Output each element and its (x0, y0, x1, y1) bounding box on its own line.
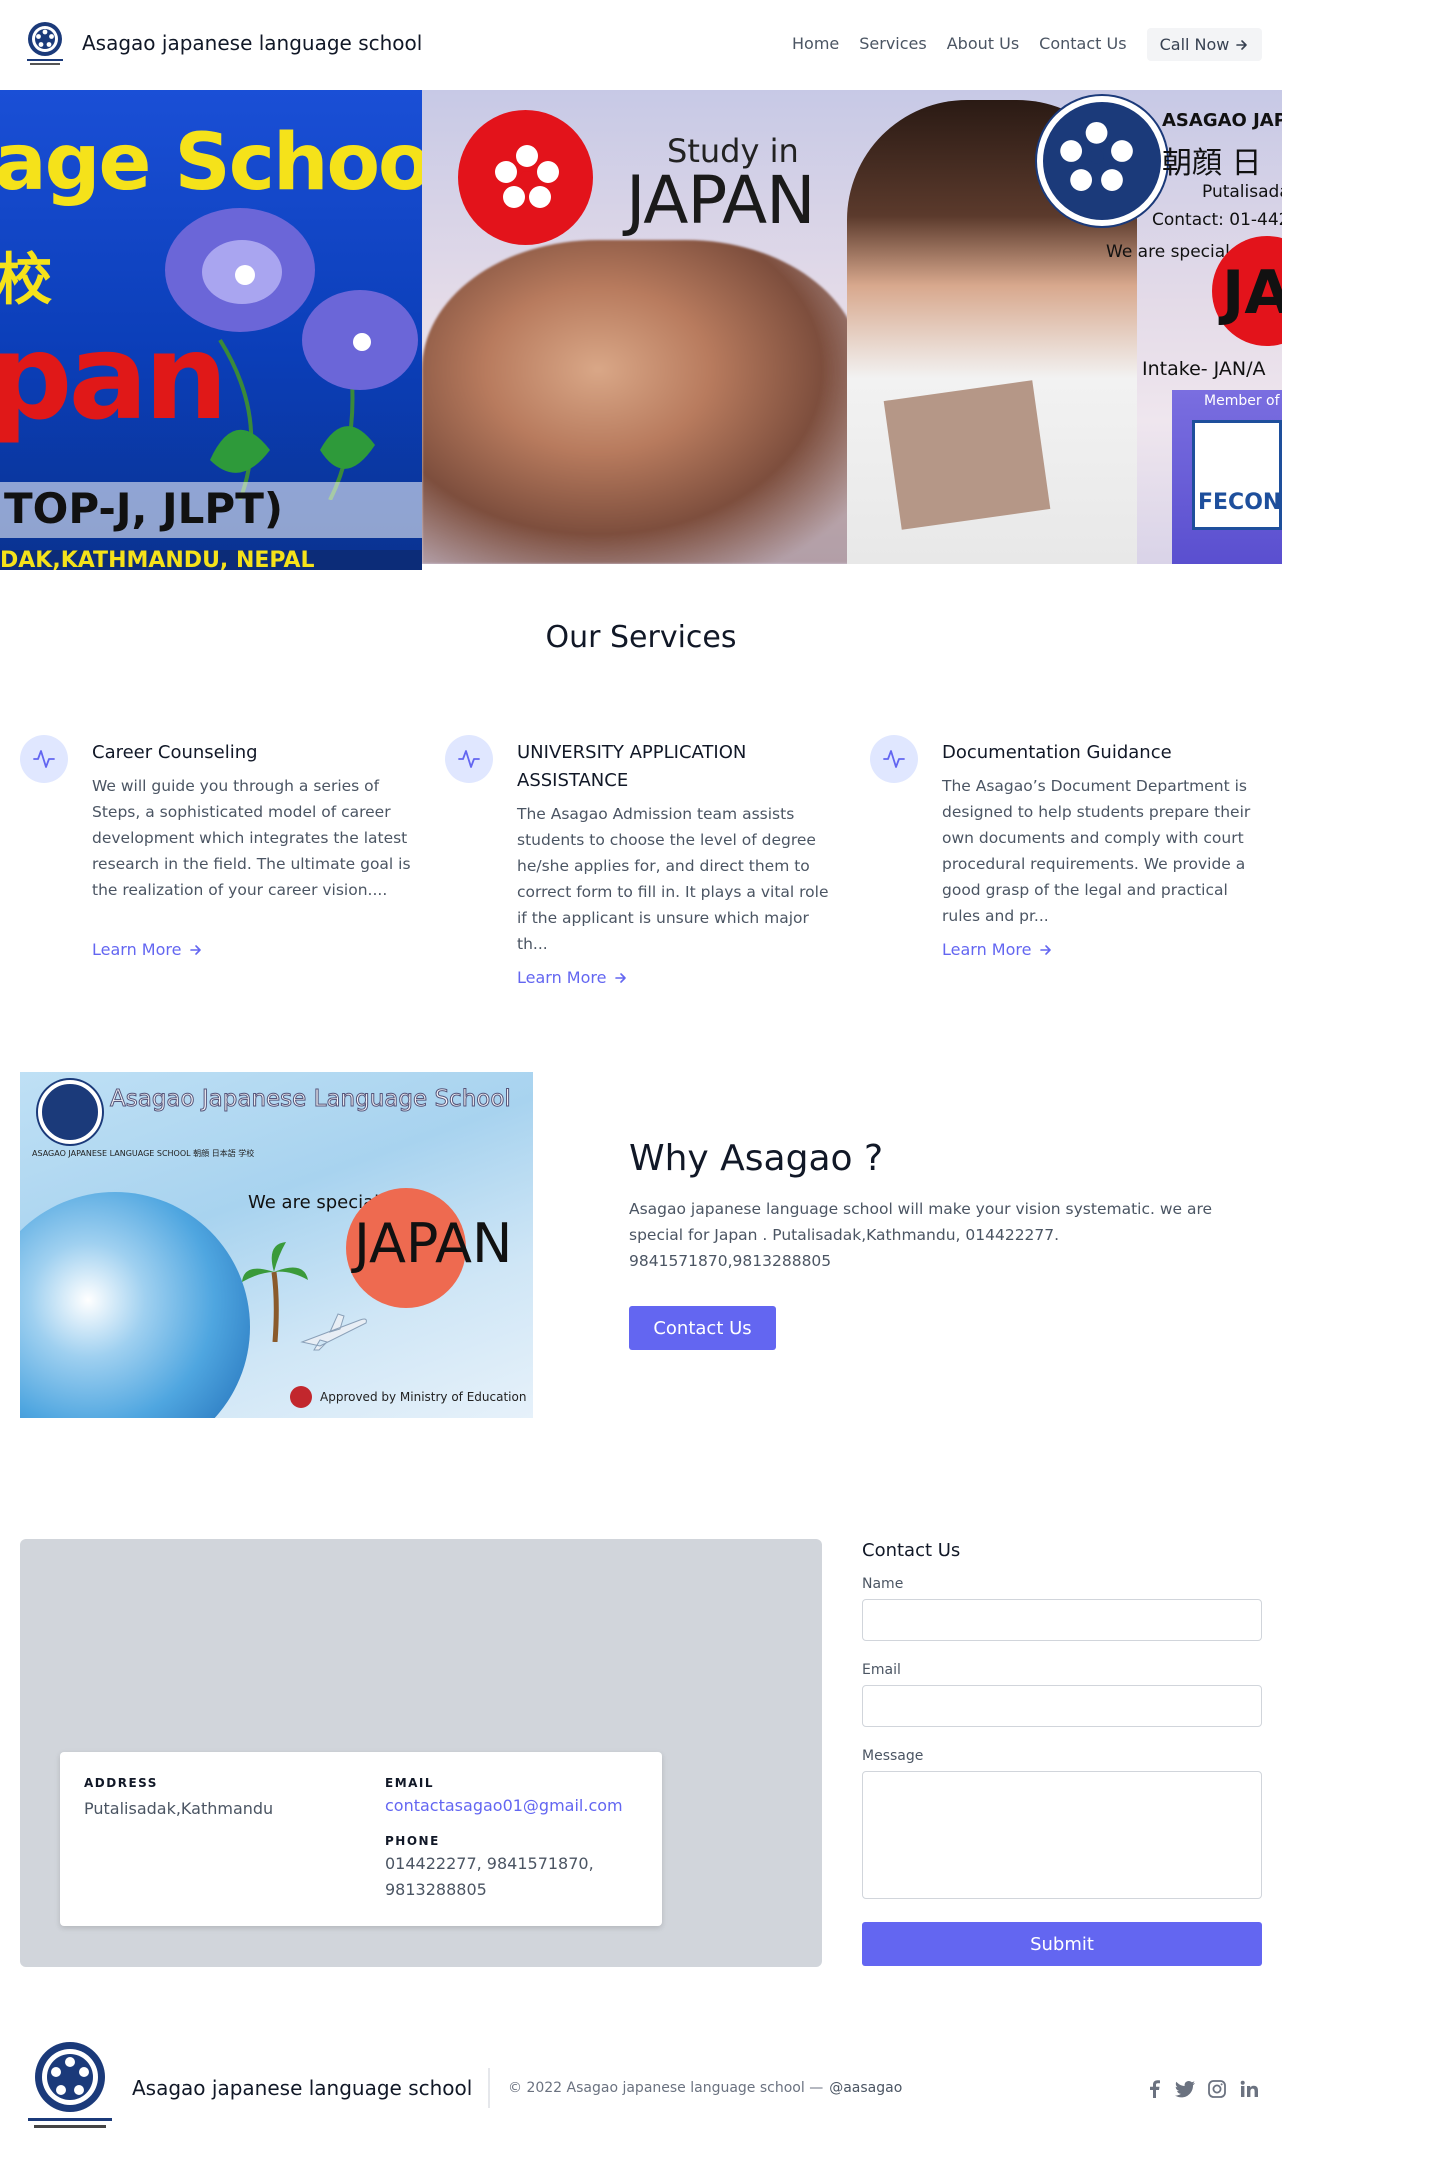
hero-left-red-title: pan (0, 308, 228, 446)
service-icon-wrap (870, 735, 918, 783)
service-title: Documentation Guidance (942, 742, 1172, 763)
learn-more-link[interactable]: Learn More (517, 968, 628, 987)
why-asagao-image: Asagao Japanese Language School ASAGAO J… (20, 1072, 533, 1418)
email-field[interactable] (862, 1685, 1262, 1727)
learn-more-link[interactable]: Learn More (92, 940, 203, 959)
submit-button[interactable]: Submit (862, 1922, 1262, 1966)
activity-pulse-icon (883, 750, 905, 768)
learn-more-label: Learn More (517, 968, 607, 987)
students-group-photo (422, 240, 862, 564)
why-asagao-heading: Why Asagao ? (629, 1138, 884, 1179)
address-value: Putalisadak,Kathmandu (84, 1799, 274, 1818)
hero-school-kanji: 朝顔 日 (1162, 146, 1262, 181)
school-emblem (38, 1080, 102, 1144)
service-description: The Asagao Admission team assists studen… (517, 805, 829, 953)
site-header: Asagao japanese language school Home Ser… (0, 0, 1440, 90)
arrow-right-icon (1236, 39, 1248, 50)
copyright-text: © 2022 Asagao japanese language school — (508, 2080, 824, 2096)
why-asagao-description: Asagao japanese language school will mak… (629, 1200, 1213, 1270)
service-title: Career Counseling (92, 742, 258, 763)
footer-brand[interactable]: Asagao japanese language school (132, 2076, 472, 2100)
footer-copyright: © 2022 Asagao japanese language school —… (508, 2080, 902, 2096)
arrow-right-icon (615, 972, 627, 983)
airplane-icon (300, 1313, 367, 1351)
hero-left-exam-text: TOP-J, JLPT) (4, 484, 284, 533)
hero-left-kanji: 校 (0, 248, 52, 313)
facebook-icon[interactable] (1143, 2078, 1165, 2100)
japan-text: JAPAN (626, 162, 816, 239)
learn-more-label: Learn More (942, 940, 1032, 959)
hero-left-address: DAK,KATHMANDU, NEPAL (0, 548, 315, 570)
nepal-emblem-icon (290, 1386, 312, 1408)
student-folder (883, 380, 1051, 530)
footer-school-logo[interactable] (26, 2040, 114, 2134)
arrow-right-icon (1040, 944, 1052, 955)
email-link[interactable]: contactasagao01@gmail.com (385, 1793, 623, 1819)
image-approved-text: Approved by Ministry of Education (320, 1390, 527, 1404)
phone-label: PHONE (385, 1834, 440, 1848)
hero-intake: Intake- JAN/A (1142, 358, 1266, 380)
name-field[interactable] (862, 1599, 1262, 1641)
instagram-icon[interactable] (1206, 2078, 1228, 2100)
service-icon-wrap (20, 735, 68, 783)
arrow-right-icon (190, 944, 202, 955)
activity-pulse-icon (33, 750, 55, 768)
service-description: The Asagao’s Document Department is desi… (942, 777, 1251, 925)
email-field-label: Email (862, 1662, 901, 1678)
nav-contact-us[interactable]: Contact Us (1039, 34, 1126, 53)
address-label: ADDRESS (84, 1776, 158, 1790)
footer-divider (488, 2068, 490, 2108)
page: Asagao japanese language school Home Ser… (0, 0, 1440, 2167)
service-title: UNIVERSITY APPLICATION ASSISTANCE (517, 742, 747, 791)
hero-school-name: ASAGAO JAPNE (1162, 110, 1282, 131)
image-japan-text: JAPAN (354, 1212, 513, 1275)
hero-contact: Contact: 01-442 (1152, 210, 1282, 230)
hero-left-banner: age School 校 pan TOP-J, JLPT) DAK,KATHMA… (0, 90, 422, 570)
main-nav: Home Services About Us Contact Us (792, 34, 1127, 53)
school-emblem (1037, 96, 1167, 226)
hero-place: Putalisada (1202, 182, 1282, 202)
contact-info-card: ADDRESS Putalisadak,Kathmandu EMAIL cont… (60, 1752, 662, 1926)
learn-more-link[interactable]: Learn More (942, 940, 1053, 959)
hero-right-banner: Study in JAPAN ASAGAO JAPNE 朝顔 日 Putalis… (422, 90, 1282, 564)
hero-left-title: age School (0, 118, 422, 208)
image-school-subtitle: ASAGAO JAPANESE LANGUAGE SCHOOL 朝顔 日本語 学… (32, 1149, 255, 1158)
call-now-label: Call Now (1159, 35, 1230, 54)
service-description: We will guide you through a series of St… (92, 777, 411, 899)
brand-title[interactable]: Asagao japanese language school (82, 31, 422, 55)
linkedin-icon[interactable] (1238, 2078, 1260, 2100)
message-field[interactable] (862, 1771, 1262, 1899)
fecon-text: FECON (1198, 490, 1282, 515)
contact-us-button[interactable]: Contact Us (629, 1306, 776, 1350)
learn-more-label: Learn More (92, 940, 182, 959)
name-label: Name (862, 1576, 904, 1592)
globe-illustration (20, 1192, 250, 1418)
image-school-name: Asagao Japanese Language School (110, 1086, 512, 1113)
services-heading: Our Services (545, 620, 737, 655)
phone-value: 014422277, 9841571870, 9813288805 (385, 1854, 594, 1899)
nav-home[interactable]: Home (792, 34, 839, 53)
sakura-icon (495, 145, 559, 208)
hero-ja-text: JA (1222, 258, 1282, 328)
hero-member-text: Member of (1204, 393, 1280, 409)
nav-about-us[interactable]: About Us (947, 34, 1019, 53)
activity-pulse-icon (458, 750, 480, 768)
school-logo[interactable] (24, 20, 66, 68)
twitter-icon[interactable] (1174, 2078, 1196, 2100)
service-icon-wrap (445, 735, 493, 783)
contact-form-title: Contact Us (862, 1540, 961, 1561)
message-label: Message (862, 1748, 924, 1764)
social-handle-link[interactable]: @aasagao (829, 2080, 902, 2096)
nav-services[interactable]: Services (859, 34, 926, 53)
email-label: EMAIL (385, 1776, 435, 1790)
hero-banner: age School 校 pan TOP-J, JLPT) DAK,KATHMA… (0, 90, 1282, 570)
call-now-button[interactable]: Call Now (1147, 28, 1262, 61)
